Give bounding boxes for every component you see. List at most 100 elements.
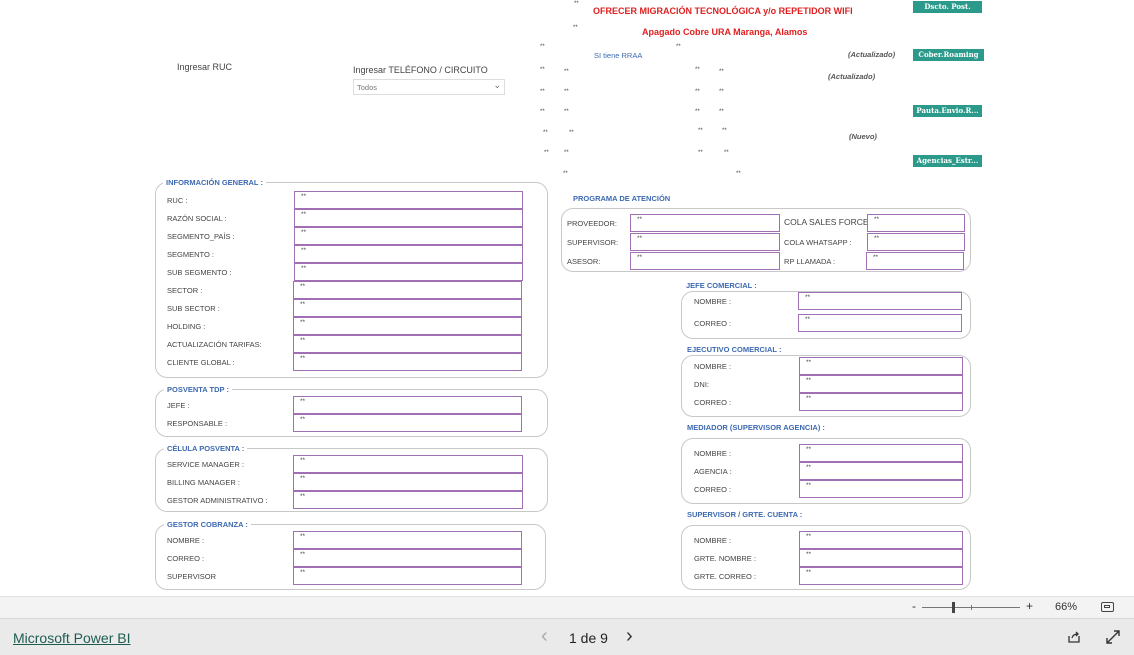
placeholder-mark: ** (724, 150, 729, 156)
mediador.rows-label: CORREO : (694, 485, 732, 494)
placeholder-mark: ** (719, 89, 724, 95)
zoom-slider[interactable] (922, 602, 1020, 613)
supervisor.rows-value: ** (799, 531, 963, 549)
share-icon[interactable] (1067, 630, 1081, 644)
placeholder-mark: ** (698, 150, 703, 156)
supervisor.rows-label: NOMBRE : (694, 536, 732, 545)
info_general.rows-value: ** (293, 299, 522, 317)
celula.rows-value: ** (293, 473, 523, 491)
telefono-slicer-label: Ingresar TELÉFONO / CIRCUITO (353, 65, 488, 75)
info_general.rows-label: RUC : (167, 196, 188, 205)
ruc-slicer[interactable]: Ingresar RUC (172, 58, 324, 108)
supervisor.rows-value: ** (799, 549, 963, 567)
supervisor.rows-label: GRTE. NOMBRE : (694, 554, 756, 563)
powerbi-brand-link[interactable]: Microsoft Power BI (13, 630, 130, 646)
info_general.rows-value: ** (293, 335, 522, 353)
info-general-title: INFORMACIÓN GENERAL : (163, 178, 266, 187)
cober-roaming-button[interactable]: Cober.Roaming (913, 49, 984, 61)
info_general.rows-label: SEGMENTO : (167, 250, 214, 259)
celula.rows-label: SERVICE MANAGER : (167, 460, 244, 469)
posventa.rows-label: JEFE : (167, 401, 190, 410)
mediador.rows-value: ** (799, 444, 963, 462)
placeholder-mark: ** (564, 150, 569, 156)
zoom-level: 66% (1055, 601, 1078, 613)
programa-left-label: SUPERVISOR: (567, 238, 619, 247)
celula.rows-value: ** (293, 455, 523, 473)
info_general.rows-value: ** (294, 209, 523, 227)
zoom-bar: - + 66% (0, 596, 1134, 618)
telefono-slicer: Ingresar TELÉFONO / CIRCUITO Todos ⌄ (344, 60, 512, 110)
cobranza.rows-value: ** (293, 531, 522, 549)
prev-page-button[interactable]: ‹ (541, 625, 548, 648)
chevron-down-icon: ⌄ (493, 80, 501, 90)
zoom-slider-thumb[interactable] (952, 602, 955, 613)
info_general.rows-label: SEGMENTO_PAÍS : (167, 232, 235, 241)
fit-to-page-icon[interactable] (1101, 602, 1114, 612)
migracion-alert: OFRECER MIGRACIÓN TECNOLÓGICA y/o REPETI… (593, 6, 853, 16)
cobranza.rows-label: SUPERVISOR (167, 572, 217, 581)
programa-right-value: ** (866, 252, 964, 270)
agencias-button[interactable]: Agencias_Estr... (913, 155, 982, 167)
posventa.rows-value: ** (293, 396, 522, 414)
placeholder-mark: ** (564, 89, 569, 95)
cobranza.rows-value: ** (293, 567, 522, 585)
zoom-slider-tick (971, 605, 972, 610)
info_general.rows-value: ** (293, 281, 522, 299)
cobranza.rows-value: ** (293, 549, 522, 567)
info_general.rows-label: SUB SECTOR : (167, 304, 220, 313)
info_general.rows-value: ** (293, 353, 522, 371)
jefe_comercial.rows-value: ** (798, 314, 962, 332)
footer-bar: Microsoft Power BI ‹ 1 de 9 › (0, 618, 1134, 655)
posventa.rows-label: RESPONSABLE : (167, 419, 228, 428)
cobranza-title: GESTOR COBRANZA : (164, 520, 251, 529)
info_general.rows-value: ** (294, 263, 523, 281)
programa-right-label: RP LLAMADA : (784, 257, 836, 266)
placeholder-mark: ** (676, 44, 681, 50)
celula.rows-label: BILLING MANAGER : (167, 478, 240, 487)
rraa-note: SI tiene RRAA (594, 51, 643, 60)
placeholder-mark: ** (698, 128, 703, 134)
info_general.rows-value: ** (294, 245, 523, 263)
ruc-slicer-label: Ingresar RUC (177, 62, 233, 72)
mediador.rows-value: ** (799, 462, 963, 480)
info_general.rows-value: ** (294, 227, 523, 245)
zoom-out-button[interactable]: - (912, 599, 916, 613)
programa-right-value: ** (867, 233, 965, 251)
ejecutivo.rows-label: DNI: (694, 380, 709, 389)
dscto-post-button[interactable]: Dscto. Post. (913, 1, 982, 13)
ejecutivo.rows-label: NOMBRE : (694, 362, 732, 371)
info_general.rows-value: ** (294, 191, 523, 209)
posventa-title: POSVENTA TDP : (164, 385, 232, 394)
page-indicator: 1 de 9 (569, 630, 608, 646)
jefe_comercial.rows-label: CORREO : (694, 319, 732, 328)
programa-title: PROGRAMA DE ATENCIÓN (570, 194, 674, 203)
placeholder-mark: ** (719, 109, 724, 115)
pauta-envio-button[interactable]: Pauta.Envio.R... (913, 105, 982, 117)
jefe_comercial.rows-value: ** (798, 292, 962, 310)
zoom-in-button[interactable]: + (1026, 599, 1033, 613)
programa-right-value: ** (867, 214, 965, 232)
placeholder-mark: ** (540, 109, 545, 115)
apagado-alert: Apagado Cobre URA Maranga, Alamos (642, 27, 808, 37)
jefe-comercial-title: JEFE COMERCIAL : (683, 281, 760, 290)
ejecutivo-title: EJECUTIVO COMERCIAL : (684, 345, 785, 354)
placeholder-mark: ** (540, 44, 545, 50)
supervisor-title: SUPERVISOR / GRTE. CUENTA : (684, 510, 806, 519)
cobranza.rows-label: NOMBRE : (167, 536, 205, 545)
placeholder-mark: ** (543, 130, 548, 136)
placeholder-mark: ** (569, 130, 574, 136)
placeholder-mark: ** (722, 128, 727, 134)
placeholder-mark: ** (695, 89, 700, 95)
fullscreen-icon[interactable] (1106, 630, 1120, 644)
placeholder-mark: ** (719, 69, 724, 75)
cobranza.rows-label: CORREO : (167, 554, 205, 563)
next-page-button[interactable]: › (626, 625, 633, 648)
nuevo-note: (Nuevo) (849, 132, 877, 141)
info_general.rows-label: HOLDING : (167, 322, 206, 331)
mediador.rows-label: NOMBRE : (694, 449, 732, 458)
mediador.rows-label: AGENCIA : (694, 467, 732, 476)
placeholder-mark: ** (564, 69, 569, 75)
placeholder-mark: ** (695, 109, 700, 115)
placeholder-mark: ** (540, 67, 545, 73)
telefono-dropdown[interactable]: Todos ⌄ (353, 79, 505, 95)
